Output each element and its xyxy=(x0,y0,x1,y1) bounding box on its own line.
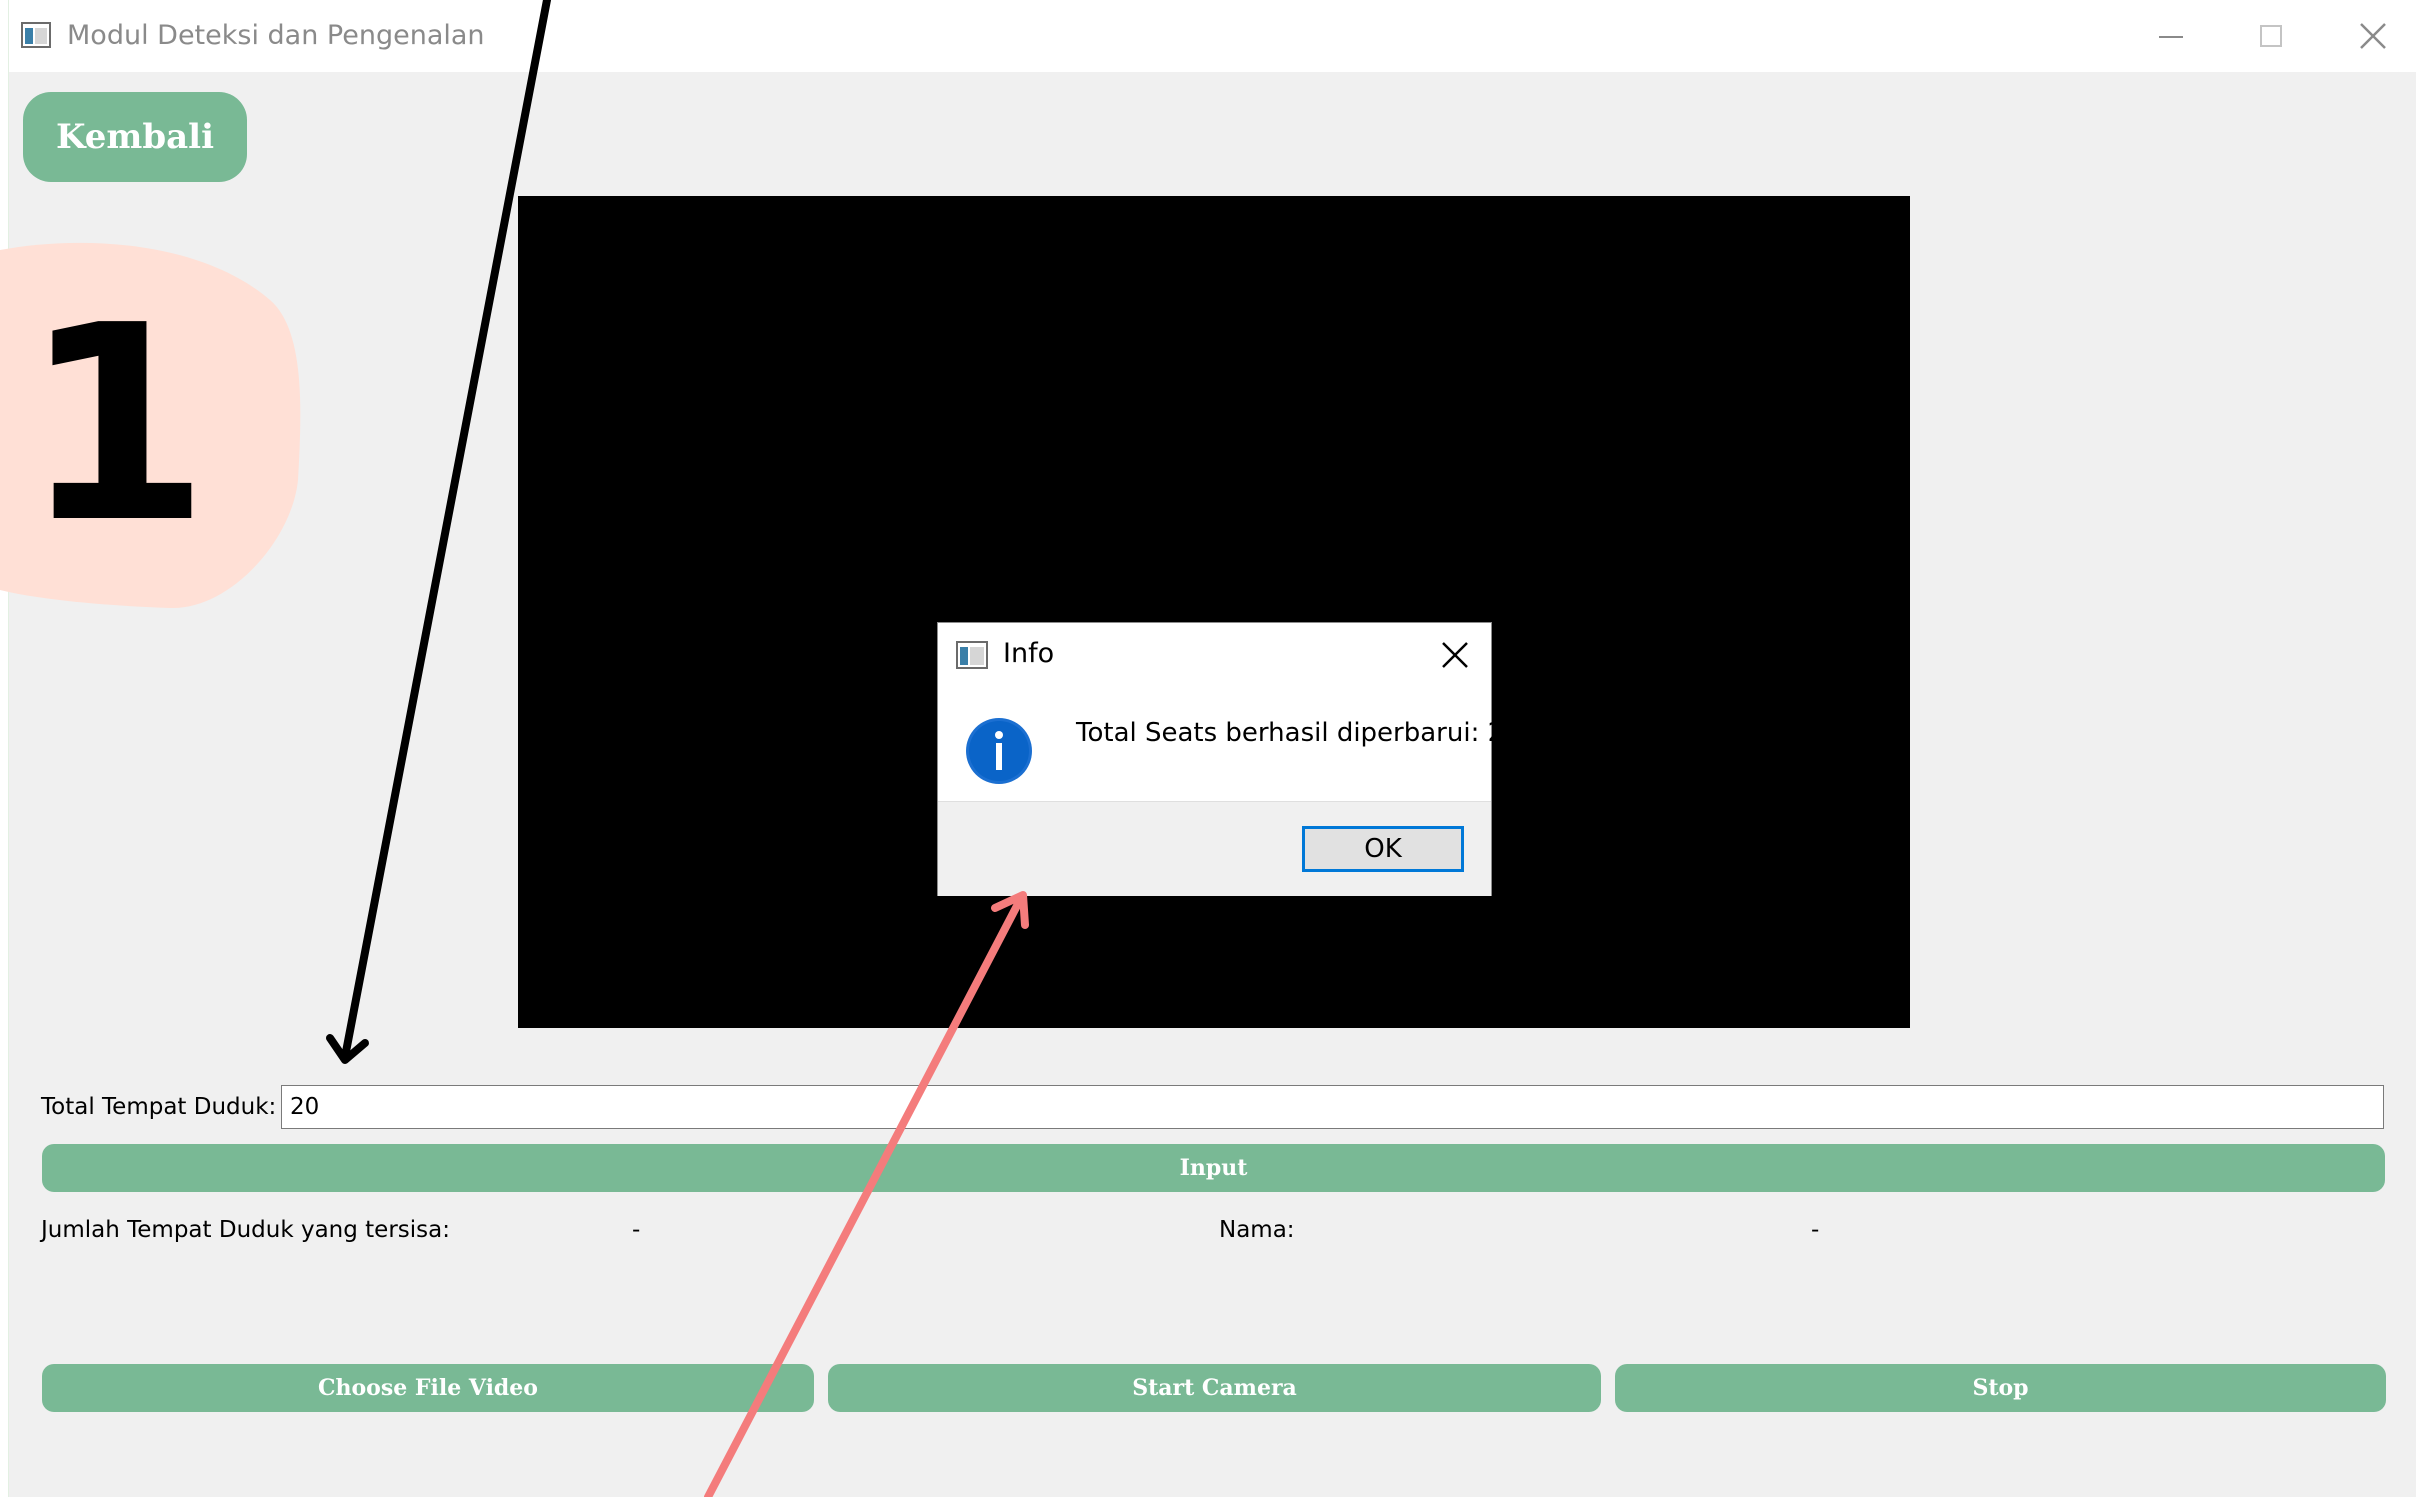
video-display xyxy=(518,196,1910,1028)
name-label: Nama: xyxy=(1219,1217,1295,1243)
remaining-seats-label: Jumlah Tempat Duduk yang tersisa: xyxy=(41,1217,450,1243)
close-icon[interactable] xyxy=(2351,14,2395,58)
title-bar: Modul Deteksi dan Pengenalan xyxy=(9,0,2416,72)
stop-button[interactable]: Stop xyxy=(1615,1364,2386,1412)
dialog-footer: OK xyxy=(938,801,1491,896)
info-dialog: Info Total Seats berhasil diperbarui: 20… xyxy=(937,622,1521,896)
dialog-message: Total Seats berhasil diperbarui: 20 xyxy=(1076,718,1521,748)
maximize-icon[interactable] xyxy=(2249,14,2293,58)
total-seats-label: Total Tempat Duduk: xyxy=(41,1094,277,1120)
info-icon xyxy=(966,718,1032,784)
app-icon xyxy=(21,22,51,48)
step-number: 1 xyxy=(22,267,210,582)
input-button[interactable]: Input xyxy=(42,1144,2385,1192)
start-camera-button[interactable]: Start Camera xyxy=(828,1364,1601,1412)
dialog-close-icon[interactable] xyxy=(1437,637,1473,673)
window-title: Modul Deteksi dan Pengenalan xyxy=(67,20,485,51)
dialog-app-icon xyxy=(956,641,988,669)
dialog-title: Info xyxy=(1003,638,1055,669)
remaining-seats-value: - xyxy=(632,1217,641,1243)
choose-file-video-button[interactable]: Choose File Video xyxy=(42,1364,814,1412)
name-value: - xyxy=(1811,1217,1820,1243)
total-seats-input[interactable]: 20 xyxy=(281,1085,2384,1129)
ok-button[interactable]: OK xyxy=(1302,826,1464,872)
back-button[interactable]: Kembali xyxy=(23,92,247,182)
minimize-icon[interactable] xyxy=(2149,14,2193,58)
